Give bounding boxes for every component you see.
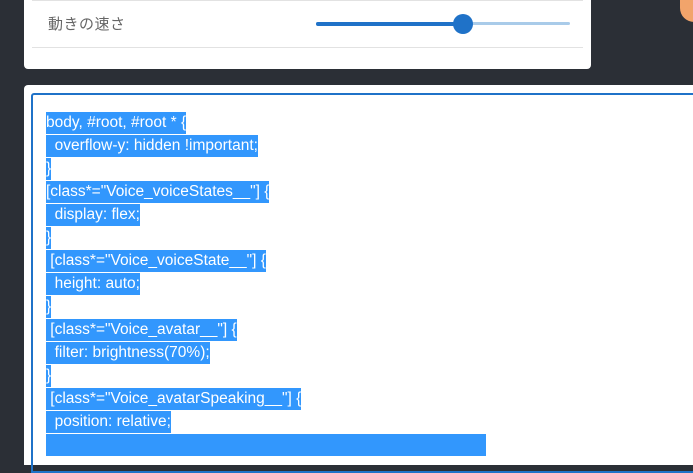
code-line: display: flex; xyxy=(46,203,693,226)
decorative-graphic xyxy=(680,0,693,22)
selected-text: display: flex; xyxy=(46,204,140,226)
selected-text: [class*="Voice_avatarSpeaking__"] { xyxy=(46,388,302,410)
motion-speed-row: 動きの速さ xyxy=(32,0,583,48)
code-line: [class*="Voice_voiceState__"] { xyxy=(46,249,693,272)
code-line: filter: brightness(70%); xyxy=(46,341,693,364)
code-line: body, #root, #root * { xyxy=(46,111,693,134)
selected-text: filter: brightness(70%); xyxy=(46,342,210,364)
motion-speed-slider[interactable] xyxy=(316,9,570,39)
code-line: } xyxy=(46,226,693,249)
selected-text: body, #root, #root * { xyxy=(46,112,187,134)
selected-text: height: auto; xyxy=(46,273,140,295)
code-line: [class*="Voice_avatarSpeaking__"] { xyxy=(46,387,693,410)
selected-text: } xyxy=(46,158,52,180)
selected-text: } xyxy=(46,365,52,387)
selected-text: [class*="Voice_avatar__"] { xyxy=(46,319,237,341)
selected-text: position: relative; xyxy=(46,411,171,433)
code-line: overflow-y: hidden !important; xyxy=(46,134,693,157)
code-line: } xyxy=(46,295,693,318)
code-line: } xyxy=(46,364,693,387)
code-line: position: relative; xyxy=(46,410,693,433)
code-line: [class*="Voice_voiceStates__"] { xyxy=(46,180,693,203)
selected-text: } xyxy=(46,227,52,249)
slider-fill xyxy=(316,22,463,26)
code-line: height: auto; xyxy=(46,272,693,295)
code-line xyxy=(46,433,693,456)
selected-text xyxy=(46,434,486,456)
selected-text: [class*="Voice_voiceState__"] { xyxy=(46,250,266,272)
motion-speed-label: 動きの速さ xyxy=(48,15,126,33)
selected-text: overflow-y: hidden !important; xyxy=(46,135,258,157)
settings-card: 動きの速さ xyxy=(24,0,591,69)
code-line: } xyxy=(46,157,693,180)
selected-text: } xyxy=(46,296,52,318)
css-editor-card: body, #root, #root * { overflow-y: hidde… xyxy=(24,85,693,473)
selected-text: [class*="Voice_voiceStates__"] { xyxy=(46,181,270,203)
code-line: [class*="Voice_avatar__"] { xyxy=(46,318,693,341)
slider-thumb[interactable] xyxy=(453,14,473,34)
css-editor-textarea[interactable]: body, #root, #root * { overflow-y: hidde… xyxy=(31,93,693,473)
